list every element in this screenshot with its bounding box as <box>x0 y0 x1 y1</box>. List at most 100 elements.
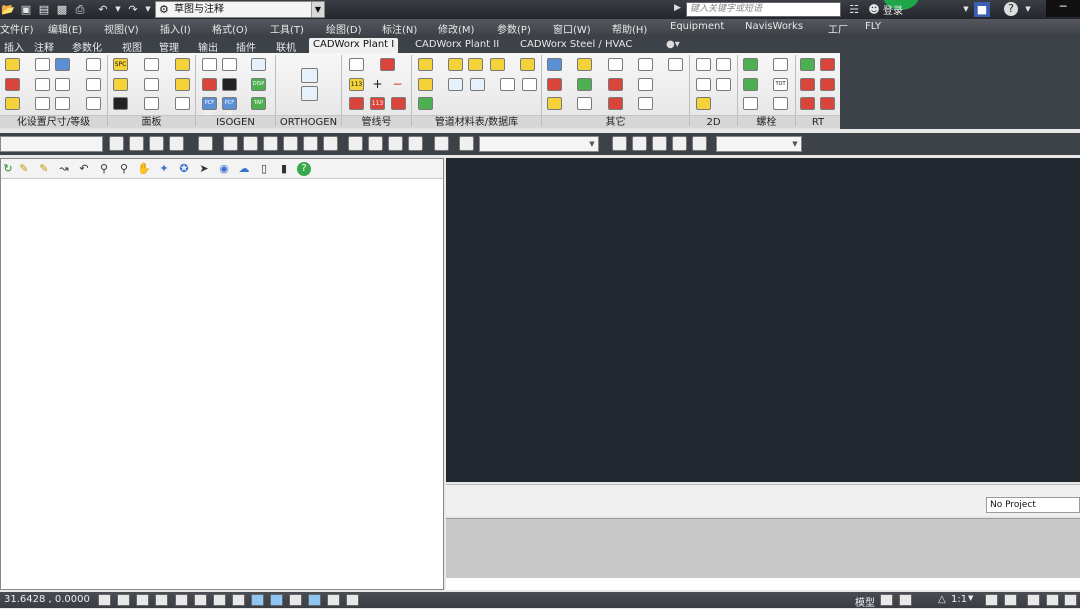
camera-icon[interactable] <box>434 136 449 151</box>
infer-constraints-icon[interactable] <box>98 594 111 606</box>
workspace-select[interactable]: ⚙ 草图与注释 ▼ <box>155 1 325 18</box>
zoom-window-icon[interactable]: ⚲ <box>117 162 131 176</box>
help-icon[interactable]: ? <box>1004 2 1018 16</box>
pipe-icon[interactable] <box>55 97 70 110</box>
menu-window[interactable]: 窗口(W) <box>553 21 591 36</box>
redo-icon[interactable]: ↷ <box>125 2 141 17</box>
ribbon-options-icon[interactable]: ●▾ <box>662 38 684 53</box>
lineweight-icon[interactable] <box>289 594 302 606</box>
rt-icon-2[interactable] <box>820 58 835 71</box>
project-select[interactable]: No Project <box>986 497 1080 513</box>
view-sw-iso-icon[interactable] <box>348 136 363 151</box>
clear-icon[interactable]: ▮ <box>277 162 291 176</box>
workspace-switch-icon[interactable] <box>1027 594 1040 606</box>
panel-icon-6[interactable] <box>175 97 190 110</box>
undo-dropdown-icon[interactable]: ▼ <box>110 2 126 17</box>
panel-icon-1[interactable] <box>144 58 159 71</box>
bom-icon-3[interactable] <box>418 97 433 110</box>
bom-icon-7[interactable] <box>520 58 535 71</box>
view-top-icon[interactable] <box>223 136 238 151</box>
save-icon[interactable]: ▣ <box>18 2 34 17</box>
menu-format[interactable]: 格式(O) <box>212 21 248 36</box>
misc-icon-5[interactable] <box>577 78 592 91</box>
disp-icon[interactable]: DISP <box>251 78 266 91</box>
print-icon[interactable]: ⎙ <box>72 2 88 17</box>
toolbar-icon-3[interactable] <box>149 136 164 151</box>
orthogen-icon-2[interactable] <box>301 86 318 101</box>
dyn-icon[interactable] <box>270 594 283 606</box>
misc-icon-2[interactable] <box>547 78 562 91</box>
tab-cadworx-plant-2[interactable]: CADWorx Plant II <box>411 38 503 53</box>
bom-icon-1[interactable] <box>418 58 433 71</box>
misc-icon-1[interactable] <box>547 58 562 71</box>
misc-icon-8[interactable] <box>608 78 623 91</box>
2d-icon-1[interactable] <box>696 58 711 71</box>
viewport-icon-1[interactable] <box>612 136 627 151</box>
walk-icon[interactable]: ✪ <box>177 162 191 176</box>
spec-icon[interactable] <box>5 78 20 91</box>
login-link[interactable]: 登录 <box>883 2 903 17</box>
calculator-icon[interactable] <box>349 58 364 71</box>
misc-icon-11[interactable] <box>638 78 653 91</box>
list-icon[interactable] <box>86 97 101 110</box>
polar-icon[interactable] <box>175 594 188 606</box>
bolt-icon-2[interactable] <box>743 78 758 91</box>
2d-icon-4[interactable] <box>716 78 731 91</box>
viewport-icon-3[interactable] <box>652 136 667 151</box>
isogen-icon-1[interactable] <box>202 58 217 71</box>
elbow-icon[interactable] <box>86 58 101 71</box>
osnap-icon[interactable] <box>194 594 207 606</box>
pcf-in-icon[interactable]: PCF IN <box>222 97 237 117</box>
bom-icon-11[interactable] <box>522 78 537 91</box>
tab-annotate[interactable]: 注释 <box>30 38 58 54</box>
menu-navisworks[interactable]: NavisWorks <box>745 21 803 32</box>
viewport-icon-4[interactable] <box>672 136 687 151</box>
line-number-icon[interactable] <box>380 58 395 71</box>
search-expand-icon[interactable]: ▶ <box>674 3 681 13</box>
bolt-icon-3[interactable] <box>743 97 758 110</box>
user-icon[interactable]: ☻ <box>866 2 882 17</box>
menu-equipment[interactable]: Equipment <box>670 21 724 32</box>
bom-icon-2[interactable] <box>418 78 433 91</box>
login-dropdown-icon[interactable]: ▼ <box>958 2 974 17</box>
table-icon[interactable] <box>113 78 128 91</box>
snap-icon[interactable] <box>117 594 130 606</box>
bom-icon-5[interactable] <box>468 58 483 71</box>
pan-back-icon[interactable]: ↶ <box>77 162 91 176</box>
menu-modify[interactable]: 修改(M) <box>438 21 474 36</box>
select-icon-1[interactable]: ✎ <box>17 162 31 176</box>
bom-icon-10[interactable] <box>500 78 515 91</box>
line-icon[interactable] <box>35 97 50 110</box>
menu-view[interactable]: 视图(V) <box>104 21 139 36</box>
tap-icon[interactable]: TAP <box>251 97 266 110</box>
tab-cadworx-plant-1[interactable]: CADWorx Plant I <box>309 38 399 53</box>
pan-hand-icon[interactable]: ✋ <box>137 162 151 176</box>
pcf-out-icon[interactable]: PCF OUT <box>202 97 217 117</box>
pointer-icon[interactable]: ➤ <box>197 162 211 176</box>
toolbar-icon-5[interactable] <box>198 136 213 151</box>
binoculars-icon[interactable]: ☵ <box>846 2 862 17</box>
tab-output[interactable]: 输出 <box>194 38 222 54</box>
orthogen-icon-1[interactable] <box>301 68 318 83</box>
misc-icon-10[interactable] <box>638 58 653 71</box>
zoom-icon[interactable]: ⚲ <box>97 162 111 176</box>
line-cut-icon[interactable] <box>349 97 364 110</box>
valve-icon[interactable] <box>35 58 50 71</box>
annotation-scale[interactable]: 1:1 <box>951 594 967 605</box>
layer-select[interactable] <box>0 136 103 152</box>
model-label[interactable]: 模型 <box>855 594 875 609</box>
lock-icon[interactable] <box>1046 594 1059 606</box>
misc-icon-6[interactable] <box>577 97 592 110</box>
layout-icon-1[interactable] <box>880 594 893 606</box>
bend-icon[interactable] <box>86 78 101 91</box>
rt-icon-4[interactable] <box>820 78 835 91</box>
help-dropdown-icon[interactable]: ▼ <box>1020 2 1036 17</box>
named-views-icon[interactable] <box>459 136 474 151</box>
undo-icon[interactable]: ↶ <box>95 2 111 17</box>
gasket-icon[interactable] <box>55 58 70 71</box>
rt-icon-6[interactable] <box>820 97 835 110</box>
panel-icon-4[interactable] <box>175 58 190 71</box>
open-folder-icon[interactable]: 📂 <box>0 2 16 17</box>
viewport-icon-5[interactable] <box>692 136 707 151</box>
bolt-icon-4[interactable] <box>773 58 788 71</box>
